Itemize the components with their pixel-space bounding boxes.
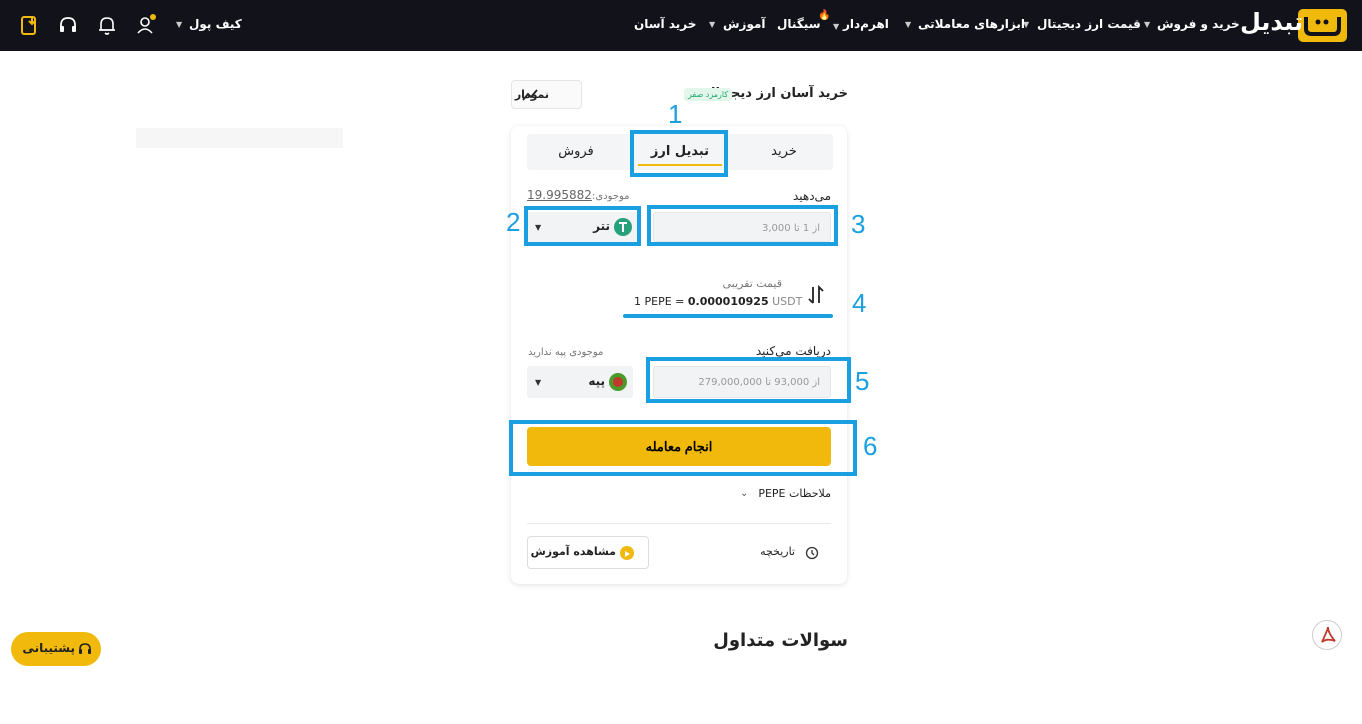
headset-icon[interactable] bbox=[57, 14, 79, 36]
receive-currency-select[interactable]: ▼ پپه bbox=[527, 366, 633, 398]
receive-label: دریافت می‌کنید bbox=[755, 344, 831, 358]
annotation-box-6 bbox=[509, 420, 857, 476]
chart-button[interactable]: نمودار bbox=[511, 80, 582, 109]
watch-tutorial-button[interactable]: مشاهده آموزش bbox=[527, 536, 649, 569]
rate-quote: USDT bbox=[772, 295, 803, 308]
annotation-box-2 bbox=[524, 206, 641, 246]
loading-placeholder bbox=[136, 128, 343, 148]
no-balance-note: موجودی پپه ندارید bbox=[528, 347, 604, 358]
nav-crypto-prices[interactable]: قیمت ارز دیجیتال bbox=[1037, 17, 1141, 31]
chevron-down-icon: ⌄ bbox=[740, 488, 749, 499]
rate-readout: 1 PEPE = 0.000010925 USDT bbox=[634, 295, 802, 308]
zero-fee-badge: کارمزد صفر bbox=[684, 88, 733, 101]
logo-text[interactable]: تبدیل bbox=[1240, 8, 1303, 36]
balance-label: موجودی: bbox=[592, 191, 630, 202]
annotation-box-5 bbox=[646, 357, 851, 403]
nav-buy-sell[interactable]: خرید و فروش bbox=[1157, 17, 1240, 31]
annotation-number-2: 2 bbox=[506, 207, 521, 237]
logo-icon[interactable] bbox=[1298, 9, 1347, 42]
rate-base: 1 PEPE = bbox=[634, 295, 685, 308]
chevron-down-icon: ▼ bbox=[1144, 20, 1151, 29]
annotation-underline-4 bbox=[623, 314, 833, 318]
rate-label: قیمت تقریبی bbox=[722, 277, 782, 290]
divider bbox=[527, 523, 831, 524]
chevron-down-icon: ▼ bbox=[709, 20, 716, 29]
tab-buy[interactable]: خرید bbox=[735, 134, 833, 170]
watch-tutorial-label: مشاهده آموزش bbox=[530, 545, 616, 558]
balance-value[interactable]: 19.995882 bbox=[527, 188, 592, 202]
pepe-notes-toggle[interactable]: ملاحظات PEPE bbox=[758, 487, 831, 500]
give-label: می‌دهید bbox=[792, 189, 831, 203]
receive-currency-name: پپه bbox=[588, 374, 605, 388]
faq-heading: سوالات متداول bbox=[713, 630, 848, 651]
annotation-box-3 bbox=[647, 205, 838, 246]
swap-icon[interactable] bbox=[806, 284, 826, 306]
nav-trading-tools[interactable]: ابزارهای معاملاتی bbox=[918, 17, 1025, 31]
support-label: پشتیبانی bbox=[22, 641, 75, 655]
trend-chart-icon bbox=[522, 89, 538, 101]
history-icon bbox=[805, 545, 819, 560]
annotation-number-1: 1 bbox=[668, 99, 683, 129]
headset-icon bbox=[79, 643, 91, 654]
rate-value: 0.000010925 bbox=[687, 295, 769, 308]
support-button[interactable]: پشتیبانی bbox=[11, 632, 101, 666]
annotation-number-6: 6 bbox=[863, 431, 878, 461]
logo-glyph-icon bbox=[1304, 17, 1341, 36]
bell-icon[interactable] bbox=[96, 14, 118, 36]
nav-education[interactable]: آموزش bbox=[723, 17, 766, 31]
annotation-number-5: 5 bbox=[855, 366, 870, 396]
play-icon bbox=[620, 546, 634, 560]
nav-signal[interactable]: سیگنال bbox=[777, 17, 821, 31]
chevron-down-icon: ▼ bbox=[535, 378, 542, 387]
nav-leverage[interactable]: اهرم‌دار bbox=[843, 17, 889, 31]
annotation-box-1 bbox=[630, 130, 728, 177]
pdf-icon[interactable] bbox=[1312, 620, 1342, 650]
user-icon[interactable] bbox=[135, 14, 157, 36]
history-link[interactable]: تاریخچه bbox=[760, 545, 795, 558]
nav-easy-buy[interactable]: خرید آسان bbox=[634, 17, 696, 31]
annotation-number-4: 4 bbox=[852, 288, 867, 318]
chevron-down-icon: ▼ bbox=[176, 20, 183, 29]
download-app-icon[interactable] bbox=[18, 14, 40, 36]
pepe-coin-icon bbox=[609, 373, 627, 391]
chevron-down-icon: ▼ bbox=[905, 20, 912, 29]
chevron-down-icon: ▼ bbox=[833, 22, 840, 31]
wallet-menu[interactable]: کیف پول bbox=[189, 17, 242, 31]
annotation-number-3: 3 bbox=[851, 209, 866, 239]
tab-sell[interactable]: فروش bbox=[527, 134, 625, 170]
